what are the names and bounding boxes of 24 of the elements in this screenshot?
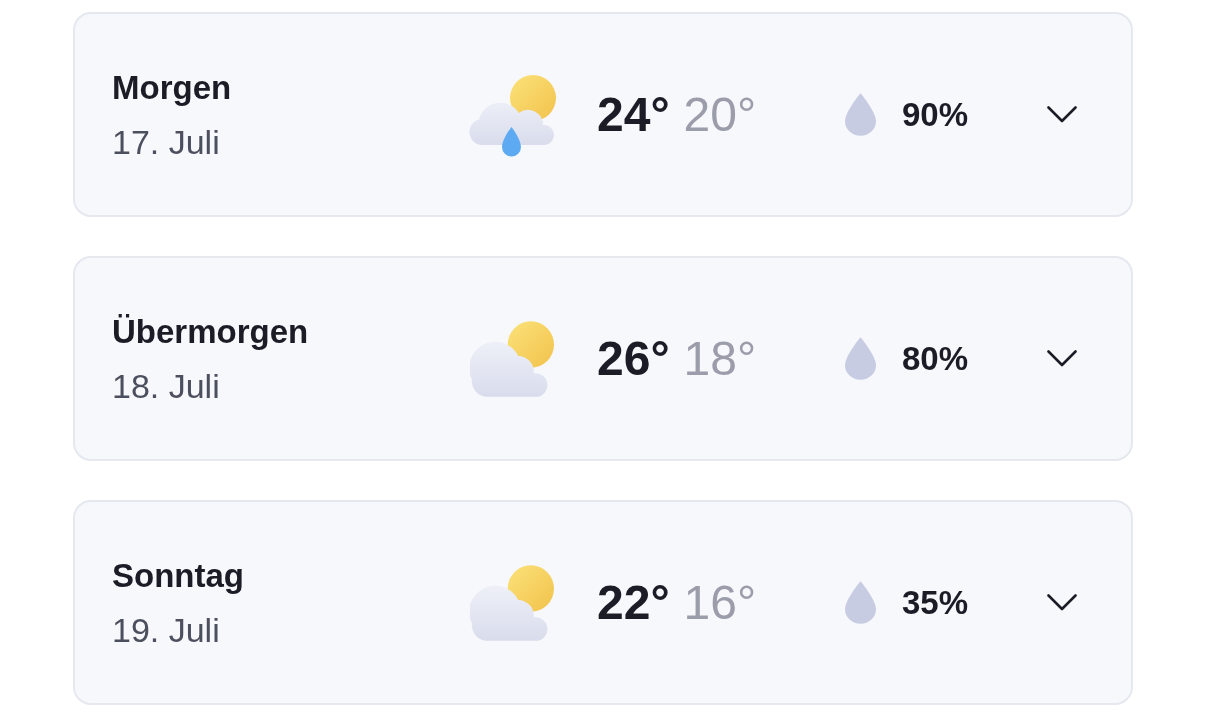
precipitation-chance: 80%	[902, 338, 970, 379]
date-label: 19. Juli	[112, 609, 221, 651]
precipitation-chance: 90%	[902, 94, 970, 135]
forecast-card[interactable]: Sonntag 19. Juli 22° 16° 35%	[73, 500, 1133, 705]
day-name: Sonntag	[112, 555, 245, 596]
date-label: 18. Juli	[112, 365, 221, 407]
forecast-card[interactable]: Übermorgen 18. Juli 26° 18° 80%	[73, 256, 1133, 461]
low-temperature: 16°	[683, 574, 757, 631]
high-temperature: 26°	[597, 330, 670, 387]
raindrop-icon	[845, 93, 876, 136]
raindrop-icon	[845, 581, 876, 624]
day-name: Morgen	[112, 67, 233, 108]
chevron-down-icon	[1047, 106, 1077, 123]
low-temperature: 18°	[683, 330, 757, 387]
day-name: Übermorgen	[112, 311, 310, 352]
chevron-down-icon	[1047, 594, 1077, 611]
high-temperature: 24°	[597, 86, 670, 143]
high-temperature: 22°	[597, 574, 670, 631]
raindrop-icon	[845, 337, 876, 380]
low-temperature: 20°	[683, 86, 757, 143]
precipitation-chance: 35%	[902, 582, 970, 623]
chevron-down-icon	[1047, 350, 1077, 367]
date-label: 17. Juli	[112, 121, 221, 163]
forecast-card[interactable]: Morgen 17. Juli 24° 20° 90%	[73, 12, 1133, 217]
